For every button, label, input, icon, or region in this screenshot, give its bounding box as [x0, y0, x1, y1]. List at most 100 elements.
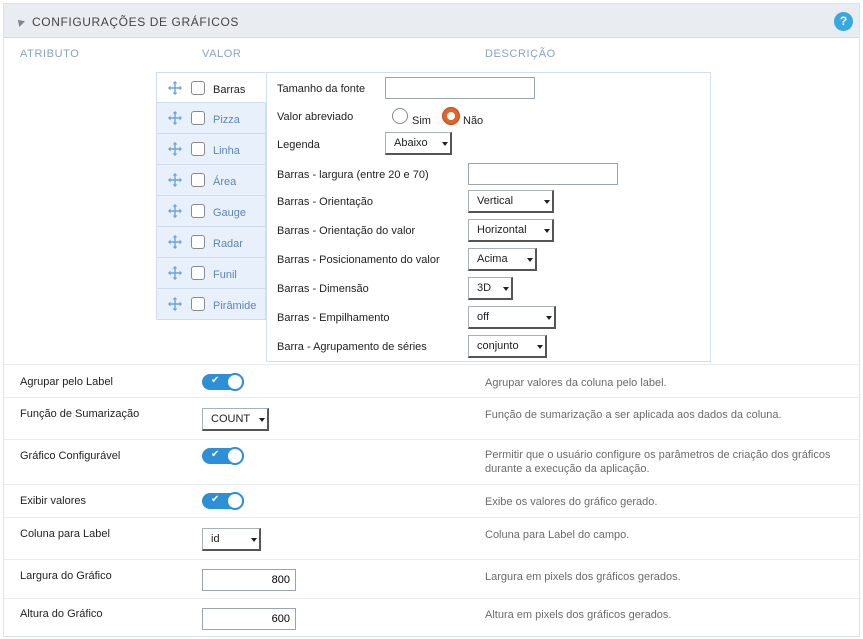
group-label-toggle[interactable]: ✔ [202, 373, 244, 391]
attr-description: Largura em pixels dos gráficos gerados. [485, 571, 681, 583]
chevron-down-icon [544, 200, 550, 204]
chart-settings-panel: CONFIGURAÇÕES DE GRÁFICOS ? ATRIBUTO VAL… [3, 3, 860, 637]
chart-type-label: Área [213, 176, 237, 188]
attr-name: Função de Sumarização [20, 408, 140, 420]
move-icon[interactable] [167, 141, 183, 157]
chart-type-list: Barras Pizza Linha Área Gauge Radar Funi… [156, 72, 266, 320]
chart-type-piramide[interactable]: Pirâmide [156, 289, 266, 320]
check-icon: ✔ [211, 449, 220, 460]
chart-type-label: Barras [213, 84, 246, 96]
legend-select[interactable]: Abaixo [385, 132, 452, 155]
column-header-value: VALOR [202, 48, 242, 60]
attr-name: Agrupar pelo Label [20, 376, 113, 388]
grouping-select[interactable]: conjunto [468, 335, 547, 358]
abbreviated-no-radio[interactable] [443, 108, 459, 124]
grouping-label: Barra - Agrupamento de séries [277, 341, 427, 353]
check-icon: ✔ [211, 375, 220, 386]
chart-type-funil[interactable]: Funil [156, 258, 266, 289]
chart-width-input[interactable] [202, 569, 296, 591]
attr-name: Exibir valores [20, 495, 87, 507]
chart-type-checkbox[interactable] [191, 235, 205, 249]
stacking-select[interactable]: off [468, 306, 556, 329]
attr-row-chart-height: Altura do Gráfico Altura em pixels dos g… [4, 598, 859, 636]
font-size-label: Tamanho da fonte [277, 83, 366, 95]
dimension-select[interactable]: 3D [468, 277, 513, 300]
attr-description: Exibe os valores do gráfico gerado. [485, 496, 658, 508]
summarization-select[interactable]: COUNT [202, 408, 269, 431]
chart-type-checkbox[interactable] [191, 266, 205, 280]
toggle-knob [226, 447, 244, 465]
attr-row-chart-width: Largura do Gráfico Largura em pixels dos… [4, 559, 859, 598]
font-size-input[interactable] [385, 77, 535, 99]
stacking-value: off [477, 311, 490, 323]
chart-type-barras[interactable]: Barras [156, 72, 266, 103]
chart-type-area[interactable]: Área [156, 165, 266, 196]
legend-value: Abaixo [394, 137, 428, 149]
attr-row-group-label: Agrupar pelo Label ✔ Agrupar valores da … [4, 364, 859, 397]
chart-type-label: Pizza [213, 114, 240, 126]
chevron-down-icon [259, 418, 265, 422]
chart-type-checkbox[interactable] [191, 111, 205, 125]
chevron-down-icon [544, 229, 550, 233]
chart-type-label: Linha [213, 145, 240, 157]
move-icon[interactable] [167, 203, 183, 219]
attr-row-configurable: Gráfico Configurável ✔ Permitir que o us… [4, 439, 859, 484]
attr-name: Largura do Gráfico [20, 570, 112, 582]
dimension-value: 3D [477, 282, 492, 294]
move-icon[interactable] [167, 265, 183, 281]
bar-width-input[interactable] [468, 163, 618, 185]
chart-type-label: Radar [213, 238, 243, 250]
column-header-attribute: ATRIBUTO [20, 48, 80, 60]
attr-description: Coluna para Label do campo. [485, 529, 630, 541]
attr-row-summarization: Função de Sumarização COUNT Função de su… [4, 397, 859, 439]
chart-type-checkbox[interactable] [191, 142, 205, 156]
grouping-value: conjunto [477, 340, 519, 352]
label-column-value: id [211, 533, 220, 545]
orientation-select[interactable]: Vertical [468, 190, 554, 213]
value-position-select[interactable]: Acima [468, 248, 537, 271]
attr-description: Agrupar valores da coluna pelo label. [485, 377, 667, 389]
chart-type-checkbox[interactable] [191, 204, 205, 218]
move-icon[interactable] [167, 234, 183, 250]
chart-type-label: Funil [213, 269, 237, 281]
chart-type-checkbox[interactable] [191, 297, 205, 311]
chevron-down-icon [527, 258, 533, 262]
chart-type-label: Gauge [213, 207, 247, 219]
bar-width-label: Barras - largura (entre 20 e 70) [277, 169, 429, 181]
chevron-down-icon [546, 316, 552, 320]
abbreviated-yes-radio[interactable] [392, 108, 408, 124]
chevron-down-icon [251, 538, 257, 542]
value-orientation-select[interactable]: Horizontal [468, 219, 554, 242]
chart-type-radar[interactable]: Radar [156, 227, 266, 258]
move-icon[interactable] [167, 172, 183, 188]
attr-name: Gráfico Configurável [20, 450, 121, 462]
help-icon[interactable]: ? [834, 12, 853, 31]
chart-type-pizza[interactable]: Pizza [156, 103, 266, 134]
move-icon[interactable] [167, 296, 183, 312]
show-values-toggle[interactable]: ✔ [202, 492, 244, 510]
attr-name: Altura do Gráfico [20, 608, 103, 620]
configurable-toggle[interactable]: ✔ [202, 447, 244, 465]
chart-type-gauge[interactable]: Gauge [156, 196, 266, 227]
collapse-triangle-icon[interactable] [15, 17, 25, 27]
dimension-label: Barras - Dimensão [277, 283, 369, 295]
chart-type-checkbox[interactable] [191, 81, 205, 95]
label-column-select[interactable]: id [202, 528, 261, 551]
abbreviated-yes-label: Sim [412, 115, 431, 127]
stacking-label: Barras - Empilhamento [277, 312, 390, 324]
panel-header[interactable]: CONFIGURAÇÕES DE GRÁFICOS ? [4, 4, 859, 38]
chart-height-input[interactable] [202, 608, 296, 630]
value-orientation-value: Horizontal [477, 224, 527, 236]
orientation-value: Vertical [477, 195, 514, 207]
attr-description: Função de sumarização a ser aplicada aos… [485, 409, 782, 421]
chart-type-linha[interactable]: Linha [156, 134, 266, 165]
chart-type-label: Pirâmide [213, 300, 257, 312]
move-icon[interactable] [167, 110, 183, 126]
chevron-down-icon [503, 287, 509, 291]
move-icon[interactable] [167, 80, 183, 96]
chart-type-checkbox[interactable] [191, 173, 205, 187]
bar-settings-box: Tamanho da fonte Valor abreviado Sim Não… [266, 72, 711, 362]
check-icon: ✔ [211, 494, 220, 505]
attr-row-label-column: Coluna para Label id Coluna para Label d… [4, 517, 859, 559]
value-position-value: Acima [477, 253, 508, 265]
